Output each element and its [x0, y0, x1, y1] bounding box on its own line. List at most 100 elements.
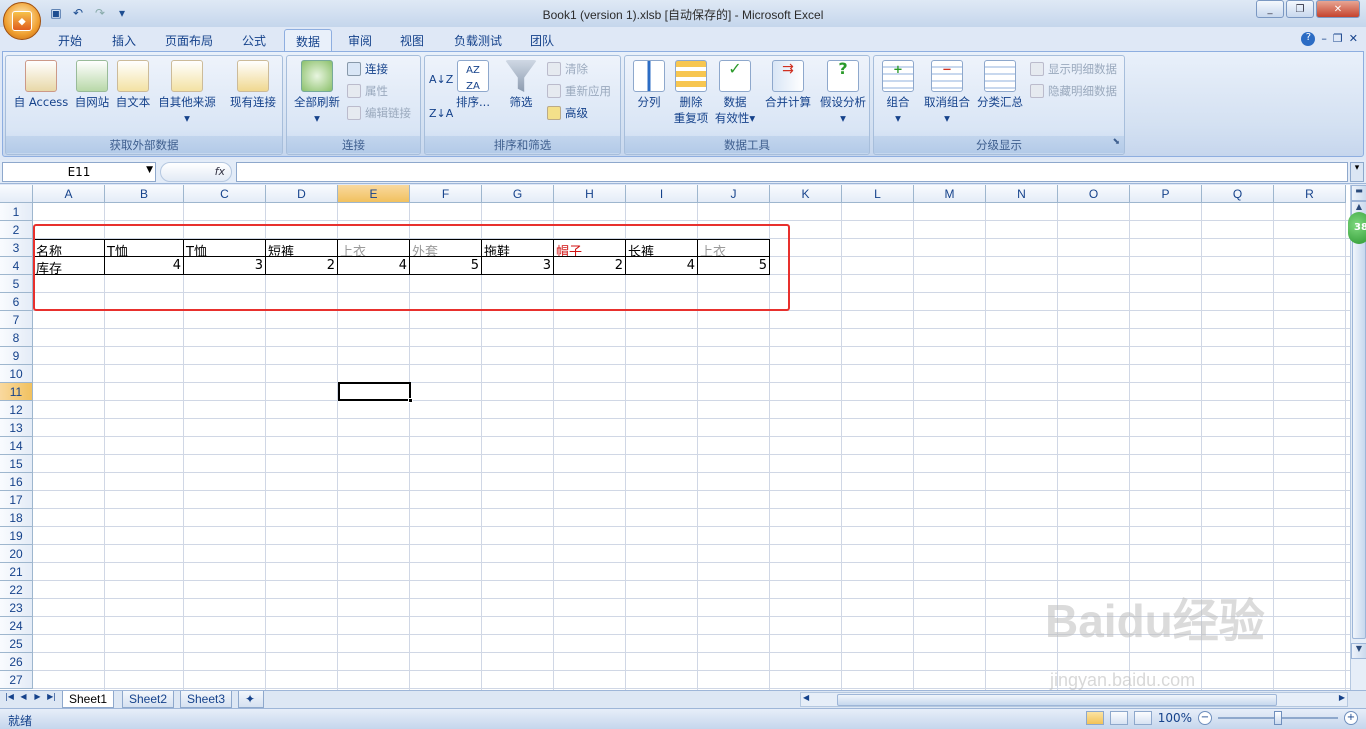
row-header-4[interactable]: 4 — [0, 257, 33, 275]
sheet-tab-3[interactable]: Sheet3 — [180, 691, 233, 708]
page-break-view-icon[interactable] — [1133, 711, 1152, 725]
existing-connections-button[interactable]: 现有连接 — [226, 58, 280, 110]
row-header-7[interactable]: 7 — [0, 311, 33, 329]
from-text-button[interactable]: 自文本 — [112, 58, 154, 110]
sort-ascending-button[interactable]: A↓Z — [429, 70, 453, 88]
row-header-3[interactable]: 3 — [0, 239, 33, 257]
prev-sheet-icon[interactable]: ◀ — [18, 692, 29, 706]
select-all-corner[interactable] — [0, 185, 33, 203]
row-header-16[interactable]: 16 — [0, 473, 33, 491]
refresh-all-button[interactable]: 全部刷新 ▾ — [289, 58, 345, 126]
tab-review[interactable]: 审阅 — [336, 29, 384, 51]
ribbon-minimize-icon[interactable]: – — [1321, 32, 1327, 46]
name-box[interactable]: E11 ▼ — [2, 162, 156, 182]
connections-button[interactable]: 连接 — [347, 60, 388, 78]
column-header-n[interactable]: N — [986, 185, 1058, 203]
horizontal-scrollbar[interactable]: ◀ ▶ — [800, 692, 1348, 707]
row-header-15[interactable]: 15 — [0, 455, 33, 473]
sheet-tab-1[interactable]: Sheet1 — [62, 691, 115, 708]
zoom-slider-knob[interactable] — [1274, 711, 1282, 725]
ungroup-button[interactable]: − 取消组合 ▾ — [920, 58, 974, 126]
row-header-25[interactable]: 25 — [0, 635, 33, 653]
row-header-8[interactable]: 8 — [0, 329, 33, 347]
subtotal-button[interactable]: 分类汇总 — [974, 58, 1026, 110]
from-web-button[interactable]: 自网站 — [72, 58, 112, 110]
column-header-b[interactable]: B — [105, 185, 184, 203]
column-header-j[interactable]: J — [698, 185, 770, 203]
group-button[interactable]: + 组合 ▾ — [878, 58, 918, 126]
column-header-c[interactable]: C — [184, 185, 266, 203]
remove-duplicates-button[interactable]: 删除 重复项 — [671, 58, 711, 126]
show-detail-button[interactable]: 显示明细数据 — [1030, 60, 1117, 78]
tab-load-test[interactable]: 负载测试 — [444, 29, 512, 51]
consolidate-button[interactable]: ⇉ 合并计算 — [761, 58, 815, 110]
column-header-k[interactable]: K — [770, 185, 842, 203]
formula-input[interactable] — [236, 162, 1348, 182]
row-header-26[interactable]: 26 — [0, 653, 33, 671]
chevron-down-icon[interactable]: ▼ — [146, 165, 153, 175]
insert-sheet-icon[interactable]: ✦ — [238, 691, 264, 708]
filter-button[interactable]: 筛选 — [503, 58, 539, 110]
row-header-6[interactable]: 6 — [0, 293, 33, 311]
tab-page-layout[interactable]: 页面布局 — [156, 29, 222, 51]
row-header-18[interactable]: 18 — [0, 509, 33, 527]
reapply-button[interactable]: 重新应用 — [547, 82, 611, 100]
fill-handle[interactable] — [408, 398, 413, 403]
column-header-p[interactable]: P — [1130, 185, 1202, 203]
last-sheet-icon[interactable]: ▶| — [46, 692, 57, 706]
page-layout-view-icon[interactable] — [1109, 711, 1128, 725]
row-header-23[interactable]: 23 — [0, 599, 33, 617]
scroll-left-icon[interactable]: ◀ — [803, 693, 809, 702]
normal-view-icon[interactable] — [1085, 711, 1104, 725]
clear-filter-button[interactable]: 清除 — [547, 60, 588, 78]
tab-team[interactable]: 团队 — [518, 29, 566, 51]
row-header-13[interactable]: 13 — [0, 419, 33, 437]
zoom-in-icon[interactable]: + — [1344, 711, 1358, 725]
what-if-analysis-button[interactable]: ? 假设分析 ▾ — [817, 58, 869, 126]
column-header-r[interactable]: R — [1274, 185, 1346, 203]
column-header-o[interactable]: O — [1058, 185, 1130, 203]
zoom-out-icon[interactable]: − — [1198, 711, 1212, 725]
from-other-sources-button[interactable]: 自其他来源 ▾ — [154, 58, 220, 126]
row-header-14[interactable]: 14 — [0, 437, 33, 455]
help-icon[interactable]: ? — [1301, 32, 1316, 46]
from-access-button[interactable]: 自 Access — [8, 58, 74, 110]
restore-button[interactable]: ❐ — [1286, 0, 1314, 18]
row-header-5[interactable]: 5 — [0, 275, 33, 293]
scroll-down-icon[interactable]: ▼ — [1351, 643, 1366, 659]
dialog-launcher-icon[interactable]: ⬊ — [1112, 137, 1120, 147]
column-header-g[interactable]: G — [482, 185, 554, 203]
text-to-columns-button[interactable]: 分列 — [627, 58, 671, 110]
ribbon-restore-icon[interactable]: ❐ — [1333, 32, 1343, 46]
column-header-l[interactable]: L — [842, 185, 914, 203]
ribbon-close-icon[interactable]: ✕ — [1349, 32, 1358, 46]
column-header-f[interactable]: F — [410, 185, 482, 203]
minimize-button[interactable]: _ — [1256, 0, 1284, 18]
close-button[interactable]: ✕ — [1316, 0, 1360, 18]
zoom-slider[interactable] — [1218, 711, 1338, 725]
first-sheet-icon[interactable]: |◀ — [4, 692, 15, 706]
sort-descending-button[interactable]: Z↓A — [429, 104, 453, 122]
tab-view[interactable]: 视图 — [388, 29, 436, 51]
horizontal-scroll-thumb[interactable] — [837, 694, 1277, 706]
vertical-scroll-thumb[interactable] — [1352, 219, 1366, 639]
row-header-21[interactable]: 21 — [0, 563, 33, 581]
office-button[interactable]: ◆ — [3, 2, 41, 40]
vertical-scrollbar[interactable]: ▬ ▲ ▼ — [1350, 185, 1366, 690]
row-header-24[interactable]: 24 — [0, 617, 33, 635]
row-header-2[interactable]: 2 — [0, 221, 33, 239]
row-header-19[interactable]: 19 — [0, 527, 33, 545]
row-header-27[interactable]: 27 — [0, 671, 33, 689]
column-header-m[interactable]: M — [914, 185, 986, 203]
edit-links-button[interactable]: 编辑链接 — [347, 104, 411, 122]
data-validation-button[interactable]: ✓ 数据 有效性▾ — [713, 58, 757, 126]
scroll-right-icon[interactable]: ▶ — [1339, 693, 1345, 702]
tab-formulas[interactable]: 公式 — [230, 29, 278, 51]
row-header-17[interactable]: 17 — [0, 491, 33, 509]
insert-function-button[interactable]: fx — [160, 162, 232, 182]
tab-insert[interactable]: 插入 — [100, 29, 148, 51]
row-header-1[interactable]: 1 — [0, 203, 33, 221]
split-box[interactable]: ▬ — [1351, 185, 1366, 201]
sort-button[interactable]: AZ ZA 排序... — [453, 58, 493, 110]
tab-data[interactable]: 数据 — [284, 29, 332, 51]
